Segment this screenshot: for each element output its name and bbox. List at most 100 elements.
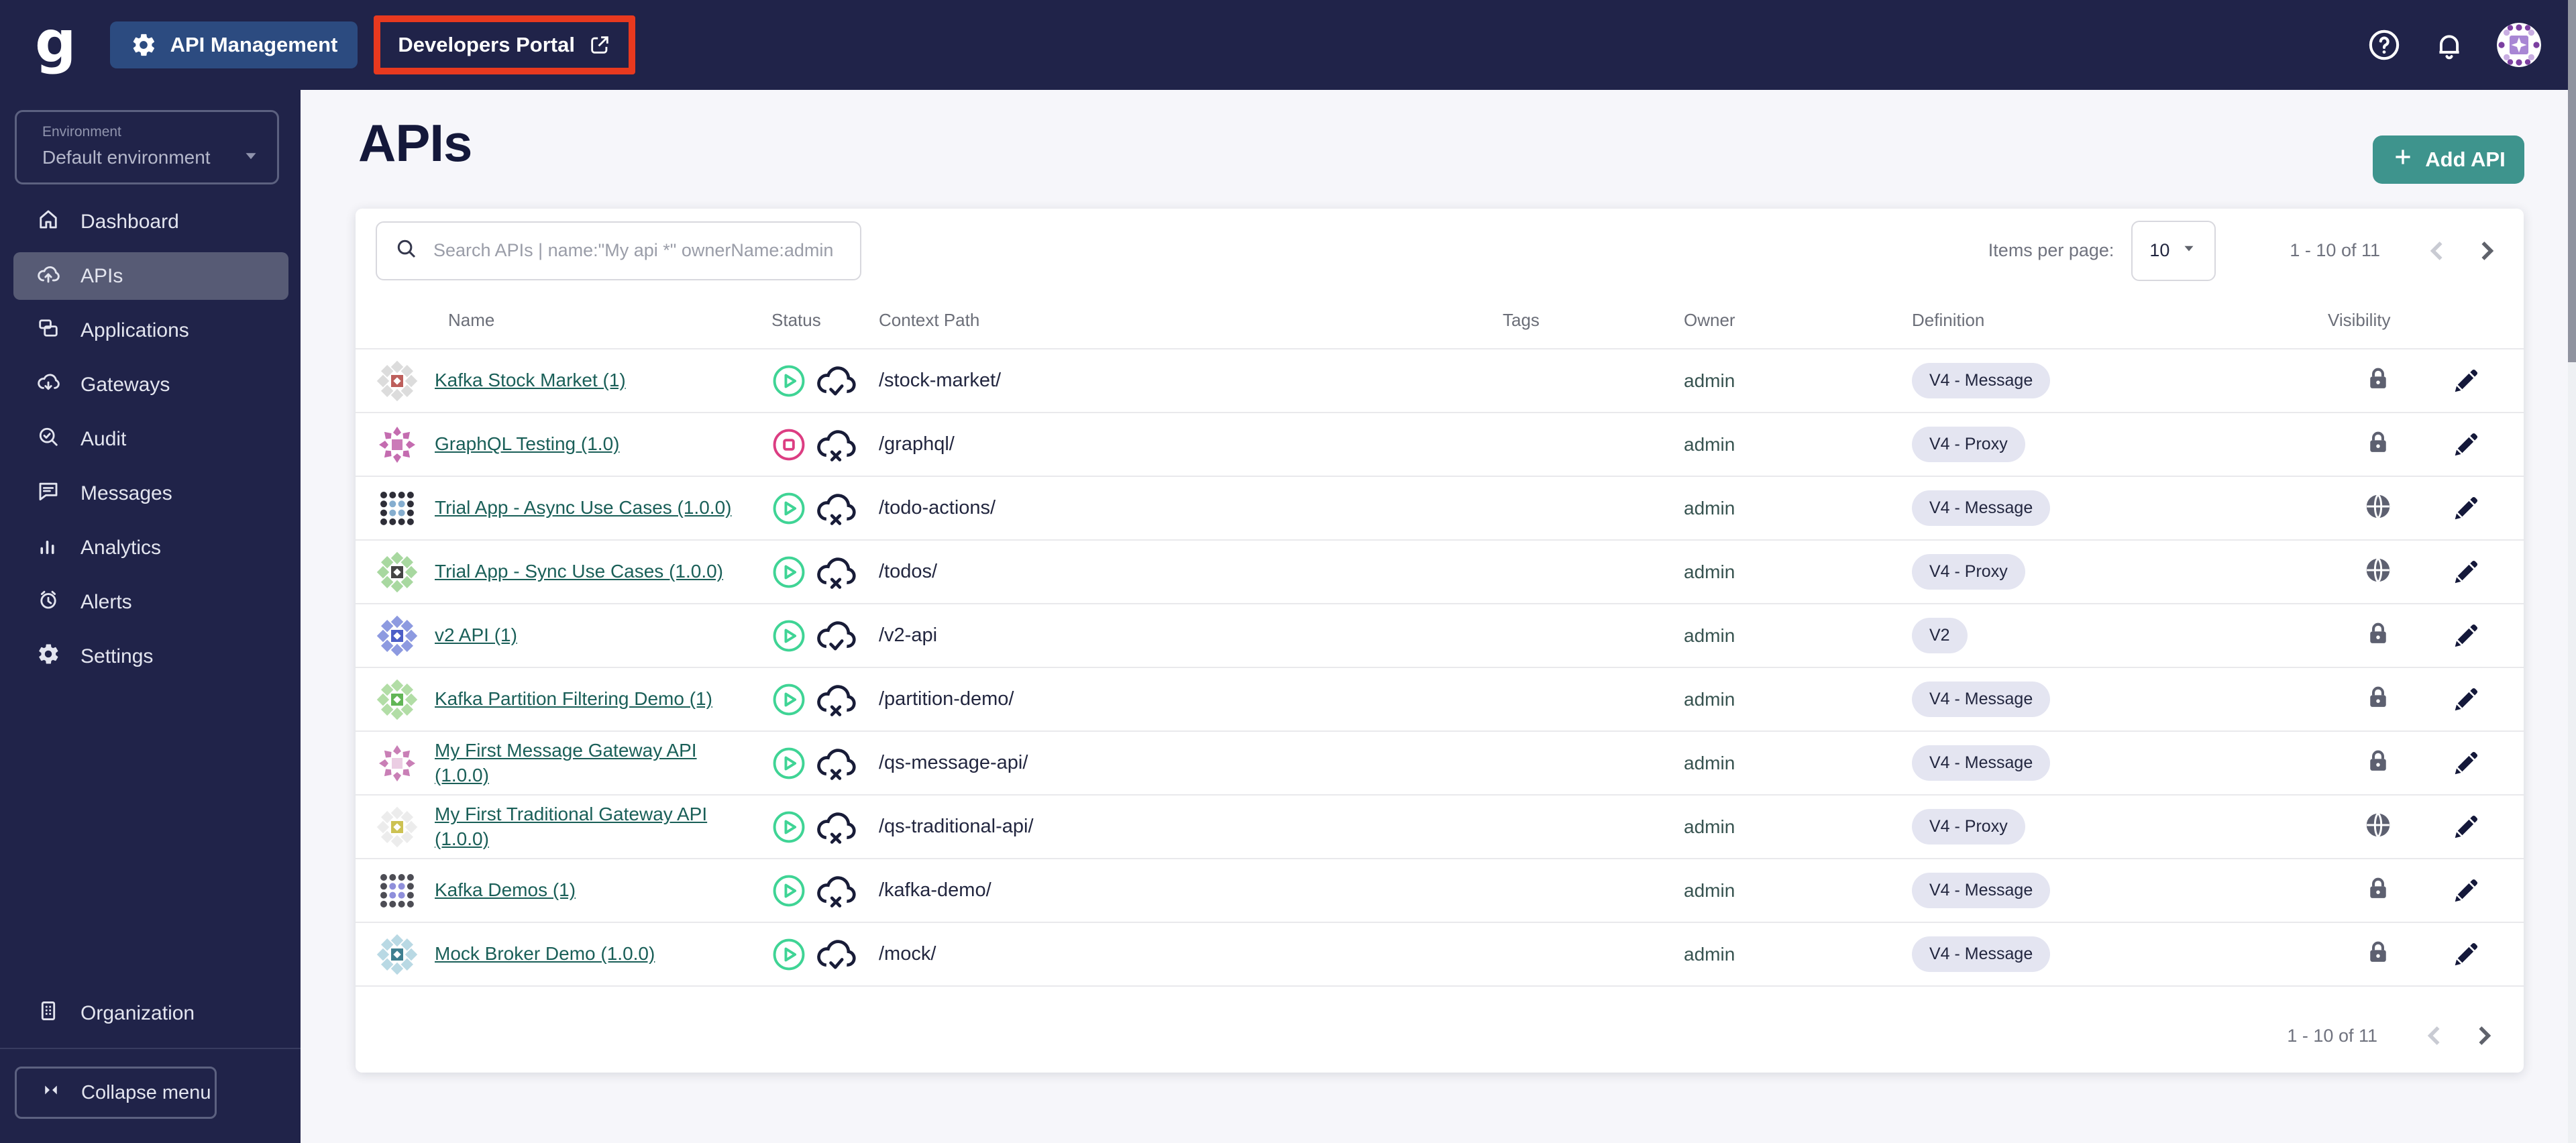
edit-button[interactable]	[2451, 620, 2481, 651]
api-name-link[interactable]: Trial App - Async Use Cases (1.0.0)	[435, 496, 731, 520]
sidebar-item-label: Messages	[80, 482, 172, 504]
context-path: /todo-actions/	[879, 497, 996, 519]
collapse-menu-button[interactable]: Collapse menu	[15, 1067, 217, 1119]
add-api-button[interactable]: Add API	[2373, 135, 2524, 184]
gravitee-logo[interactable]: g	[35, 13, 76, 71]
page-range-label: 1 - 10 of 11	[2287, 1025, 2377, 1046]
column-name: Name	[448, 310, 495, 330]
pencil-icon	[2451, 812, 2481, 842]
sidebar-item-dashboard[interactable]: Dashboard	[13, 198, 288, 246]
api-management-button[interactable]: API Management	[109, 21, 358, 68]
api-name-link[interactable]: Trial App - Sync Use Cases (1.0.0)	[435, 559, 723, 584]
context-path: /graphql/	[879, 433, 955, 455]
cloud-synced-icon	[816, 938, 856, 971]
home-icon	[36, 207, 60, 237]
environment-select[interactable]: Environment Default environment	[15, 110, 279, 184]
scrollbar[interactable]	[2568, 0, 2576, 1143]
edit-button[interactable]	[2451, 939, 2481, 970]
developers-portal-link[interactable]: Developers Portal	[398, 33, 611, 57]
context-path: /stock-market/	[879, 370, 1002, 391]
sidebar-item-label: Analytics	[80, 536, 162, 559]
help-button[interactable]	[2367, 28, 2402, 62]
topbar: g API Management Developers Portal	[0, 0, 2576, 90]
api-name-link[interactable]: My First Message Gateway API (1.0.0)	[435, 739, 750, 787]
column-owner: Owner	[1684, 310, 1735, 330]
table-row: Mock Broker Demo (1.0.0) /mock/ admin V4…	[356, 923, 2524, 987]
caret-down-icon	[2180, 239, 2198, 262]
next-page-button[interactable]	[2469, 233, 2504, 268]
owner: admin	[1684, 624, 1735, 646]
search-input[interactable]	[432, 239, 843, 262]
pencil-icon	[2451, 875, 2481, 906]
pencil-icon	[2451, 684, 2481, 715]
sidebar-item-settings[interactable]: Settings	[13, 633, 288, 680]
api-name-link[interactable]: Mock Broker Demo (1.0.0)	[435, 942, 655, 966]
items-per-page-label: Items per page:	[1988, 240, 2114, 260]
sidebar: Environment Default environment Dashboar…	[0, 90, 301, 1143]
environment-label: Environment	[42, 124, 121, 140]
sidebar-item-messages[interactable]: Messages	[13, 470, 288, 517]
lock-icon	[2363, 619, 2393, 652]
cloud-out-of-sync-icon	[816, 492, 856, 525]
user-avatar[interactable]	[2497, 23, 2541, 67]
owner: admin	[1684, 497, 1735, 519]
cloud-out-of-sync-icon	[816, 874, 856, 908]
context-path: /partition-demo/	[879, 688, 1014, 710]
status-started-icon	[771, 364, 806, 398]
pagination-controls: Items per page: 10 1 - 10 of 11	[1988, 220, 2504, 281]
sidebar-item-gateways[interactable]: Gateways	[13, 361, 288, 409]
previous-page-button[interactable]	[2418, 1018, 2453, 1053]
previous-page-button[interactable]	[2420, 233, 2455, 268]
items-per-page-select[interactable]: 10	[2131, 220, 2216, 281]
lock-icon	[2363, 428, 2393, 461]
lock-icon	[2363, 747, 2393, 779]
scrollbar-thumb[interactable]	[2568, 0, 2576, 362]
sidebar-item-apis[interactable]: APIs	[13, 252, 288, 300]
chevron-right-icon	[2469, 236, 2504, 266]
sidebar-item-applications[interactable]: Applications	[13, 307, 288, 354]
sidebar-item-label: Applications	[80, 319, 189, 341]
chevron-right-icon	[2466, 1021, 2501, 1050]
context-path: /mock/	[879, 943, 936, 965]
edit-button[interactable]	[2451, 684, 2481, 715]
notifications-button[interactable]	[2432, 28, 2466, 62]
sidebar-item-label: Dashboard	[80, 210, 179, 233]
search-icon	[394, 237, 419, 264]
sidebar-item-audit[interactable]: Audit	[13, 415, 288, 463]
context-path: /qs-traditional-api/	[879, 816, 1034, 837]
api-name-link[interactable]: My First Traditional Gateway API (1.0.0)	[435, 802, 750, 851]
edit-button[interactable]	[2451, 748, 2481, 779]
gear-icon	[130, 32, 157, 58]
api-name-link[interactable]: Kafka Partition Filtering Demo (1)	[435, 687, 712, 711]
edit-button[interactable]	[2451, 493, 2481, 524]
sidebar-item-alerts[interactable]: Alerts	[13, 578, 288, 626]
column-tags: Tags	[1503, 310, 1540, 330]
status-started-icon	[771, 746, 806, 781]
api-name-link[interactable]: Kafka Demos (1)	[435, 878, 576, 902]
edit-button[interactable]	[2451, 812, 2481, 842]
edit-button[interactable]	[2451, 429, 2481, 460]
edit-button[interactable]	[2451, 366, 2481, 396]
bell-icon	[2432, 28, 2466, 62]
api-name-link[interactable]: Kafka Stock Market (1)	[435, 368, 626, 392]
sidebar-item-label: APIs	[80, 264, 123, 287]
api-name-link[interactable]: GraphQL Testing (1.0)	[435, 432, 619, 456]
sidebar-item-organization[interactable]: Organization	[13, 989, 288, 1037]
table-header: Name Status Context Path Tags Owner Defi…	[356, 292, 2524, 349]
page-range-label: 1 - 10 of 11	[2290, 240, 2380, 260]
api-name-link[interactable]: v2 API (1)	[435, 623, 517, 647]
edit-button[interactable]	[2451, 875, 2481, 906]
column-visibility: Visibility	[2328, 310, 2391, 330]
sidebar-item-analytics[interactable]: Analytics	[13, 524, 288, 572]
api-picture-icon	[376, 806, 419, 849]
column-status: Status	[771, 310, 821, 330]
api-picture-icon	[376, 742, 419, 785]
table-toolbar: Items per page: 10 1 - 10 of 11	[356, 209, 2524, 292]
caret-down-icon	[241, 146, 261, 169]
pencil-icon	[2451, 939, 2481, 970]
api-picture-icon	[376, 487, 419, 530]
lock-icon	[2363, 683, 2393, 716]
next-page-button[interactable]	[2466, 1018, 2501, 1053]
edit-button[interactable]	[2451, 557, 2481, 588]
api-picture-icon	[376, 423, 419, 466]
